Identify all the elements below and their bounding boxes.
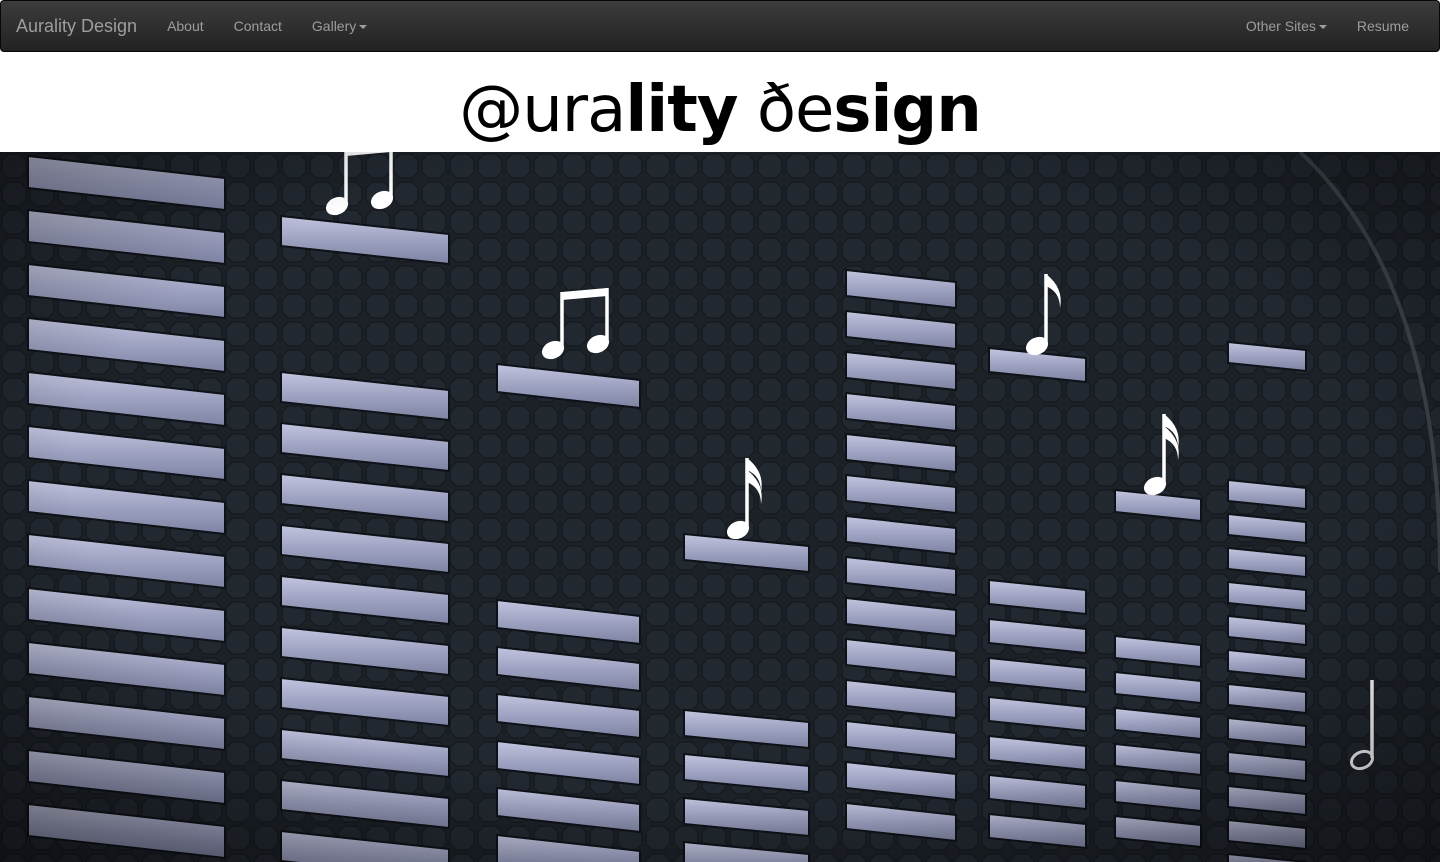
hero-equalizer-image [0, 152, 1440, 862]
nav-gallery-dropdown[interactable]: Gallery [297, 1, 382, 51]
brand-link[interactable]: Aurality Design [1, 1, 152, 51]
top-navbar: Aurality Design About Contact Gallery Ot… [0, 0, 1440, 52]
equalizer-graphic [0, 152, 1440, 862]
caret-down-icon [359, 25, 368, 30]
logo-part-4: sign [833, 73, 981, 147]
nav-right: Other Sites Resume [1231, 1, 1439, 51]
nav-other-sites-dropdown[interactable]: Other Sites [1231, 1, 1342, 51]
nav-left: About Contact Gallery [152, 1, 382, 51]
logo-part-1: @ura [459, 73, 626, 147]
site-logo: @urality ðesign [0, 72, 1440, 148]
logo-part-3: ðe [737, 73, 835, 147]
nav-other-sites-label: Other Sites [1245, 18, 1316, 34]
nav-contact[interactable]: Contact [219, 1, 297, 51]
hero-vignette [0, 152, 1440, 862]
nav-gallery-label: Gallery [311, 18, 357, 34]
site-logo-banner: @urality ðesign [0, 52, 1440, 152]
nav-about[interactable]: About [152, 1, 219, 51]
caret-down-icon [1318, 25, 1327, 30]
logo-part-2: lity [625, 73, 738, 147]
nav-resume[interactable]: Resume [1342, 1, 1424, 51]
